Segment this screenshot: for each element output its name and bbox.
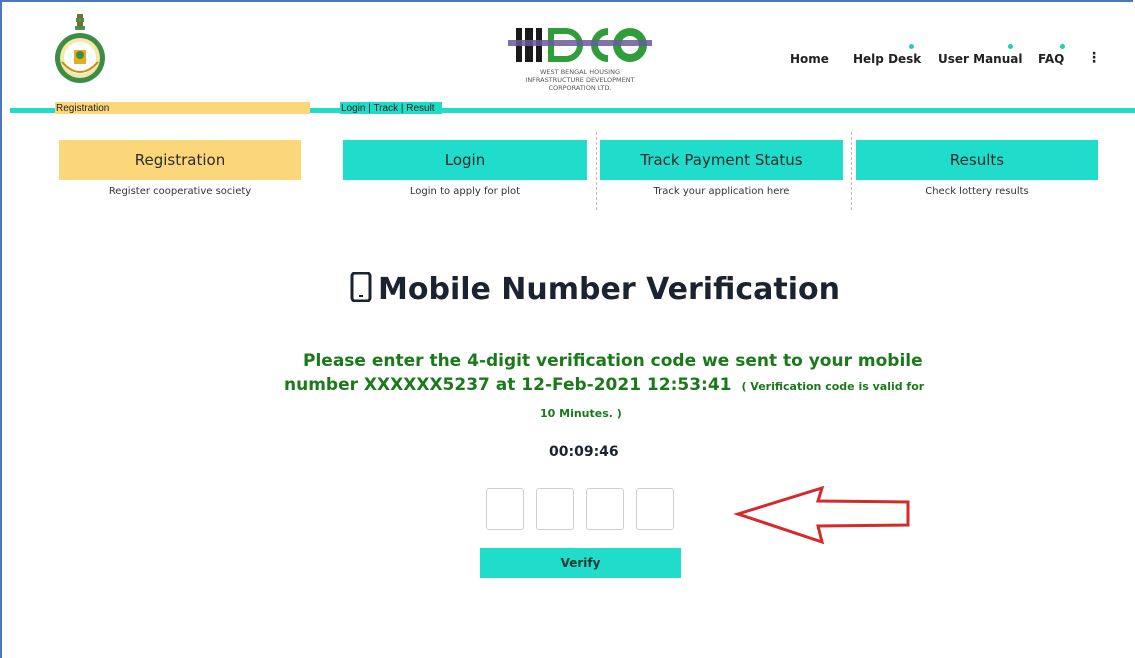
verification-message-number: number XXXXXX5237 at 12-Feb-2021 12:53:4… bbox=[284, 375, 732, 395]
help-desk-indicator-dot bbox=[909, 44, 914, 49]
page-title: Mobile Number Verification bbox=[350, 271, 840, 307]
user-manual-indicator-dot bbox=[1008, 44, 1013, 49]
results-card-button[interactable]: Results bbox=[856, 140, 1098, 180]
logo-line-2: INFRASTRUCTURE DEVELOPMENT bbox=[525, 76, 635, 84]
otp-digit-4-input[interactable] bbox=[636, 488, 674, 530]
track-payment-card-subtitle: Track your application here bbox=[653, 186, 790, 197]
nav-faq-link[interactable]: FAQ bbox=[1038, 52, 1064, 66]
countdown-timer: 00:09:46 bbox=[549, 444, 619, 460]
verify-button[interactable]: Verify bbox=[480, 548, 681, 578]
mobile-phone-icon bbox=[350, 271, 372, 303]
hidco-logo-mark bbox=[508, 28, 652, 62]
validity-note-continued: 10 Minutes. ) bbox=[540, 407, 622, 420]
login-card-subtitle: Login to apply for plot bbox=[409, 186, 521, 197]
red-arrow-annotation-icon bbox=[733, 485, 910, 545]
logo-line-1: WEST BENGAL HOUSING bbox=[540, 68, 620, 76]
validity-note: ( Verification code is valid for bbox=[741, 380, 925, 393]
nav-home-link[interactable]: Home bbox=[790, 52, 829, 66]
hidco-logo[interactable]: WEST BENGAL HOUSING INFRASTRUCTURE DEVEL… bbox=[508, 24, 652, 92]
verification-message-line-1: Please enter the 4-digit verification co… bbox=[303, 351, 923, 371]
registration-tab-link[interactable]: Registration bbox=[56, 102, 109, 115]
nav-help-desk-link[interactable]: Help Desk bbox=[853, 52, 921, 66]
results-card-subtitle: Check lottery results bbox=[925, 186, 1029, 197]
login-track-result-tab-link[interactable]: Login | Track | Result bbox=[341, 102, 435, 115]
west-bengal-emblem-logo[interactable] bbox=[52, 12, 108, 86]
more-menu-icon[interactable]: ⋮ bbox=[1087, 50, 1101, 66]
verification-message-line-2: number XXXXXX5237 at 12-Feb-2021 12:53:4… bbox=[284, 375, 924, 395]
nav-user-manual-link[interactable]: User Manual bbox=[938, 52, 1022, 66]
faq-indicator-dot bbox=[1060, 44, 1065, 49]
logo-line-3: CORPORATION LTD. bbox=[548, 84, 612, 92]
page-title-text: Mobile Number Verification bbox=[378, 272, 840, 307]
card-divider bbox=[851, 132, 852, 210]
card-divider bbox=[596, 132, 597, 210]
login-card-button[interactable]: Login bbox=[343, 140, 587, 180]
otp-digit-2-input[interactable] bbox=[536, 488, 574, 530]
otp-digit-1-input[interactable] bbox=[486, 488, 524, 530]
track-payment-card-button[interactable]: Track Payment Status bbox=[600, 140, 843, 180]
otp-digit-3-input[interactable] bbox=[586, 488, 624, 530]
registration-card-button[interactable]: Registration bbox=[59, 140, 301, 180]
registration-card-subtitle: Register cooperative society bbox=[108, 186, 252, 197]
